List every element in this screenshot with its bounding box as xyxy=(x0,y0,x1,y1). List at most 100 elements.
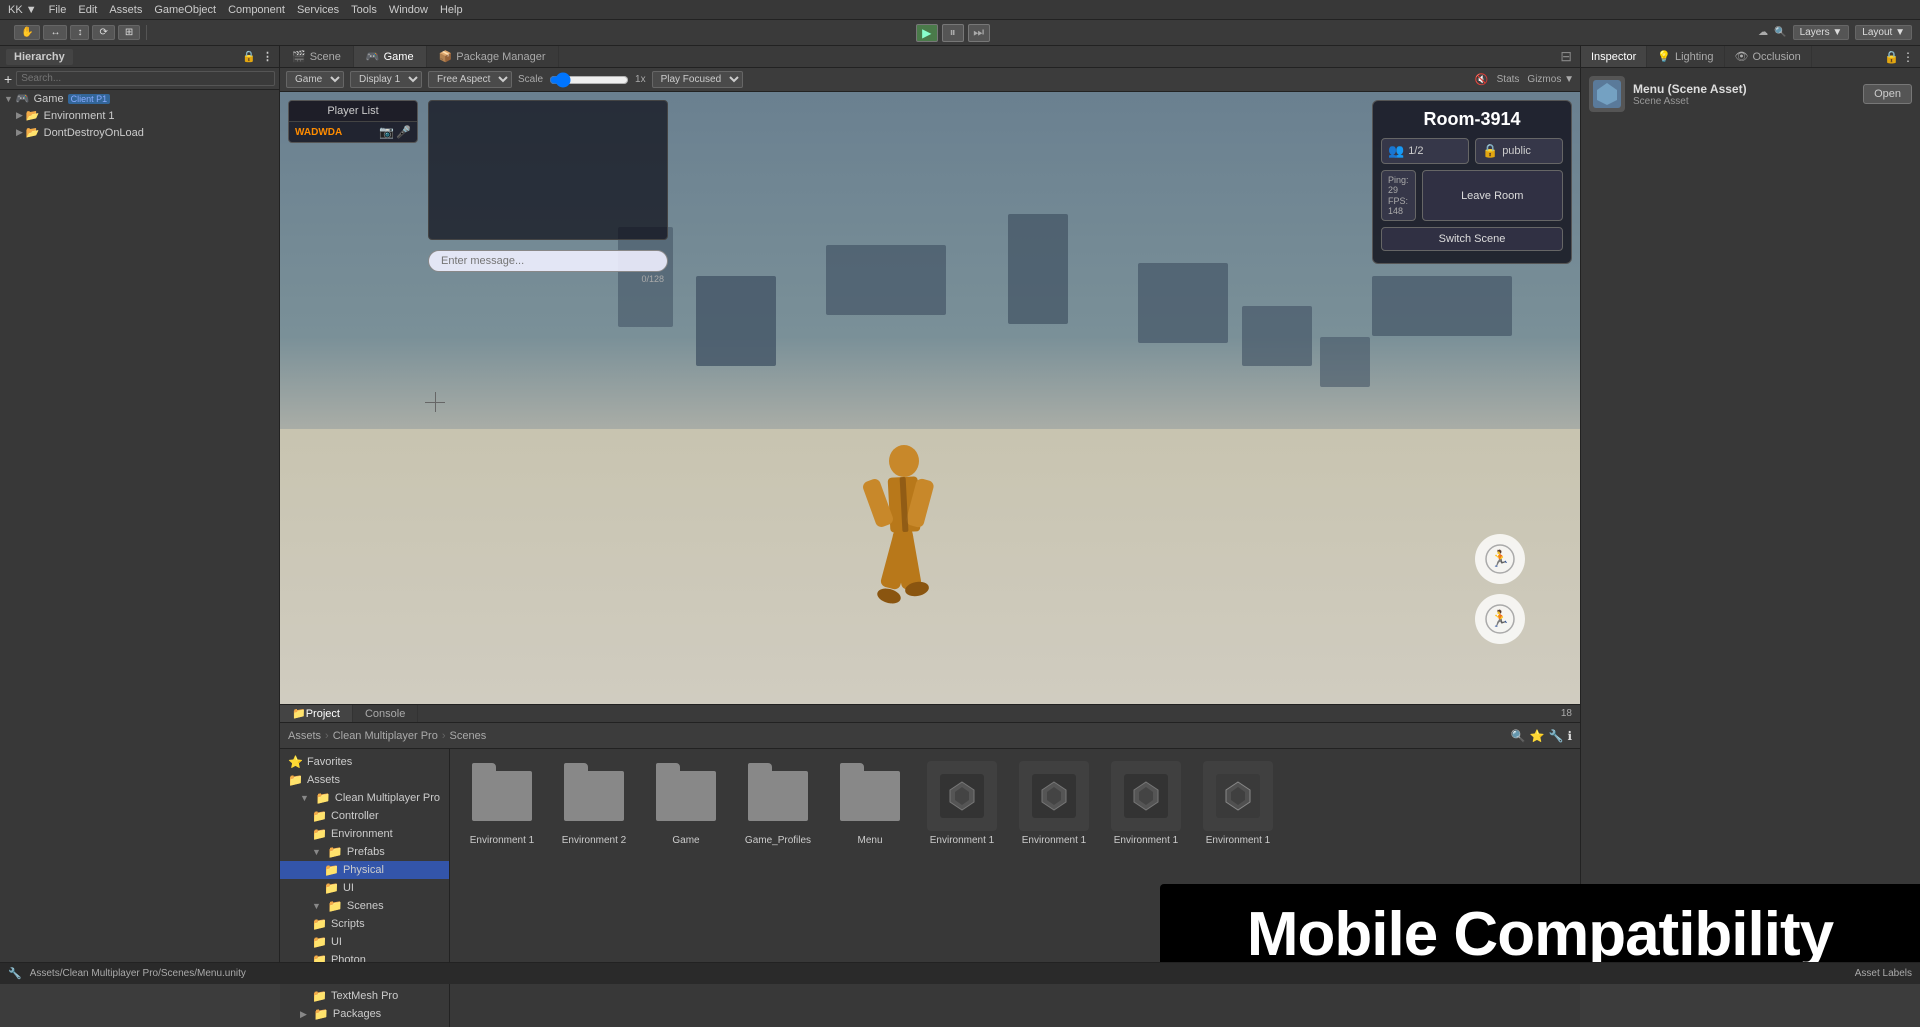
scripts-folder[interactable]: 📁 Scripts xyxy=(280,915,449,933)
project-icon-a[interactable]: 🔍 xyxy=(1511,729,1526,743)
prefabs-folder[interactable]: ▼ 📁 Prefabs xyxy=(280,843,449,861)
asset-environment1[interactable]: Environment 1 xyxy=(462,761,542,846)
search-icon[interactable]: 🔍 xyxy=(1774,27,1786,38)
occlusion-icon: 👁 xyxy=(1735,50,1749,63)
inspector-menu-icon[interactable]: ⋮ xyxy=(1902,50,1914,64)
inspector-lock-icon[interactable]: 🔒 xyxy=(1884,50,1899,64)
aspect-select[interactable]: Free Aspect xyxy=(428,71,512,88)
run-btn-2[interactable]: 🏃 xyxy=(1475,594,1525,644)
leave-room-btn[interactable]: Leave Room xyxy=(1422,170,1563,221)
players-count-btn[interactable]: 👥 1/2 xyxy=(1381,138,1469,164)
ui-folder[interactable]: 📁 UI xyxy=(280,879,449,897)
menu-component[interactable]: Component xyxy=(228,4,285,16)
project-icon-c[interactable]: 🔧 xyxy=(1548,729,1563,743)
chat-input[interactable] xyxy=(428,250,668,272)
asset-scene-env1[interactable]: Environment 1 xyxy=(922,761,1002,846)
tab-package-manager[interactable]: 📦 Package Manager xyxy=(427,46,559,67)
tab-inspector[interactable]: Inspector xyxy=(1581,46,1647,67)
hierarchy-search-input[interactable] xyxy=(16,71,275,86)
gizmos-btn[interactable]: Gizmos ▼ xyxy=(1527,74,1574,85)
asset-scene-env4[interactable]: Environment 1 xyxy=(1198,761,1278,846)
ui2-folder[interactable]: 📁 UI xyxy=(280,933,449,951)
visibility-btn[interactable]: 🔒 public xyxy=(1475,138,1563,164)
scale-tool-btn[interactable]: ⟳ xyxy=(92,25,114,40)
stats-btn[interactable]: Stats xyxy=(1497,74,1520,85)
assets-folder[interactable]: 📁 Assets xyxy=(280,771,449,789)
scale-slider[interactable] xyxy=(549,72,629,88)
game-display-select[interactable]: Game xyxy=(286,71,344,88)
project-icon-b[interactable]: ⭐ xyxy=(1530,729,1545,743)
menu-services[interactable]: Services xyxy=(297,4,339,16)
rect-tool-btn[interactable]: ⊞ xyxy=(118,25,140,40)
controller-folder-icon: 📁 xyxy=(312,809,327,823)
menu-tools[interactable]: Tools xyxy=(351,4,377,16)
hierarchy-menu-icon[interactable]: ⋮ xyxy=(262,50,273,63)
asset-menu[interactable]: Menu xyxy=(830,761,910,846)
hand-tool-btn[interactable]: ✋ xyxy=(14,25,40,40)
play-focused-select[interactable]: Play Focused xyxy=(652,71,743,88)
game-viewport[interactable]: Player List WADWDA 📷 🎤 0/128 Room-3914 xyxy=(280,92,1580,704)
menu-gameobject[interactable]: GameObject xyxy=(154,4,216,16)
ui2-folder-icon: 📁 xyxy=(312,935,327,949)
asset-scene-env2[interactable]: Environment 1 xyxy=(1014,761,1094,846)
controller-folder[interactable]: 📁 Controller xyxy=(280,807,449,825)
breadcrumb-cmp[interactable]: Clean Multiplayer Pro xyxy=(333,730,438,742)
tab-lighting[interactable]: 💡 Lighting xyxy=(1647,46,1724,67)
hierarchy-item-environment1[interactable]: ▶ 📂 Environment 1 xyxy=(0,107,279,124)
breadcrumb-assets[interactable]: Assets xyxy=(288,730,321,742)
environment2-icon xyxy=(559,761,629,831)
play-button[interactable]: ▶ xyxy=(916,24,938,42)
step-button[interactable]: ⏭ xyxy=(968,24,990,42)
pause-button[interactable]: ⏸ xyxy=(942,24,964,42)
asset-game[interactable]: Game xyxy=(646,761,726,846)
rotate-tool-btn[interactable]: ↕ xyxy=(70,25,89,40)
menu-window[interactable]: Window xyxy=(389,4,428,16)
cmp-folder[interactable]: ▼ 📁 Clean Multiplayer Pro xyxy=(280,789,449,807)
run-btn-1[interactable]: 🏃 xyxy=(1475,534,1525,584)
unity-icon-1 xyxy=(940,774,984,818)
display-num-select[interactable]: Display 1 xyxy=(350,71,422,88)
ui-label: UI xyxy=(343,882,354,894)
physical-folder[interactable]: 📁 Physical xyxy=(280,861,449,879)
menu-kk[interactable]: KK ▼ xyxy=(8,4,37,16)
textmesh-label: TextMesh Pro xyxy=(331,990,398,1002)
env-folder[interactable]: 📁 Environment xyxy=(280,825,449,843)
fps-label: FPS: 148 xyxy=(1388,196,1409,216)
layout-dropdown[interactable]: Layout ▼ xyxy=(1855,25,1912,40)
game-view-right: 🔇 Stats Gizmos ▼ xyxy=(1475,73,1574,86)
tab-project[interactable]: 📁 Project xyxy=(280,705,353,722)
hierarchy-item-dontdestroy[interactable]: ▶ 📂 DontDestroyOnLoad xyxy=(0,124,279,141)
tab-scene[interactable]: 🎬 Scene xyxy=(280,46,354,67)
minimize-icon[interactable]: ⊟ xyxy=(1560,48,1572,65)
layers-dropdown[interactable]: Layers ▼ xyxy=(1793,25,1850,40)
breadcrumb-scenes[interactable]: Scenes xyxy=(450,730,487,742)
scene-tab-icon: 🎬 xyxy=(292,50,306,63)
move-tool-btn[interactable]: ↔ xyxy=(43,25,67,40)
asset-game-profiles[interactable]: Game_Profiles xyxy=(738,761,818,846)
menu-file[interactable]: File xyxy=(49,4,67,16)
mute-icon[interactable]: 🔇 xyxy=(1475,73,1489,86)
scene-box-7 xyxy=(1372,276,1512,336)
menu-assets[interactable]: Assets xyxy=(109,4,142,16)
project-icon-d[interactable]: ℹ xyxy=(1567,729,1572,743)
tab-game[interactable]: 🎮 Game xyxy=(354,46,427,67)
asset-environment2[interactable]: Environment 2 xyxy=(554,761,634,846)
scene-box-6 xyxy=(1320,337,1370,387)
tab-occlusion[interactable]: 👁 Occlusion xyxy=(1725,46,1812,67)
hierarchy-lock-icon[interactable]: 🔒 xyxy=(242,50,256,63)
hierarchy-add-btn[interactable]: + xyxy=(4,71,12,87)
tab-console[interactable]: Console xyxy=(353,705,418,722)
open-asset-btn[interactable]: Open xyxy=(1863,84,1912,104)
favorites-folder[interactable]: ⭐ Favorites xyxy=(280,753,449,771)
scene-box-1 xyxy=(696,276,776,366)
asset-scene-env3[interactable]: Environment 1 xyxy=(1106,761,1186,846)
menu-help[interactable]: Help xyxy=(440,4,463,16)
scene-box-4 xyxy=(1138,263,1228,343)
textmesh-folder[interactable]: 📁 TextMesh Pro xyxy=(280,987,449,1005)
packages-folder[interactable]: ▶ 📁 Packages xyxy=(280,1005,449,1023)
hierarchy-item-game[interactable]: ▼ 🎮 Game Client P1 xyxy=(0,90,279,107)
menu-edit[interactable]: Edit xyxy=(78,4,97,16)
hierarchy-toolbar: + xyxy=(0,68,279,90)
scenes-folder-cmp[interactable]: ▼ 📁 Scenes xyxy=(280,897,449,915)
switch-scene-btn[interactable]: Switch Scene xyxy=(1381,227,1563,251)
